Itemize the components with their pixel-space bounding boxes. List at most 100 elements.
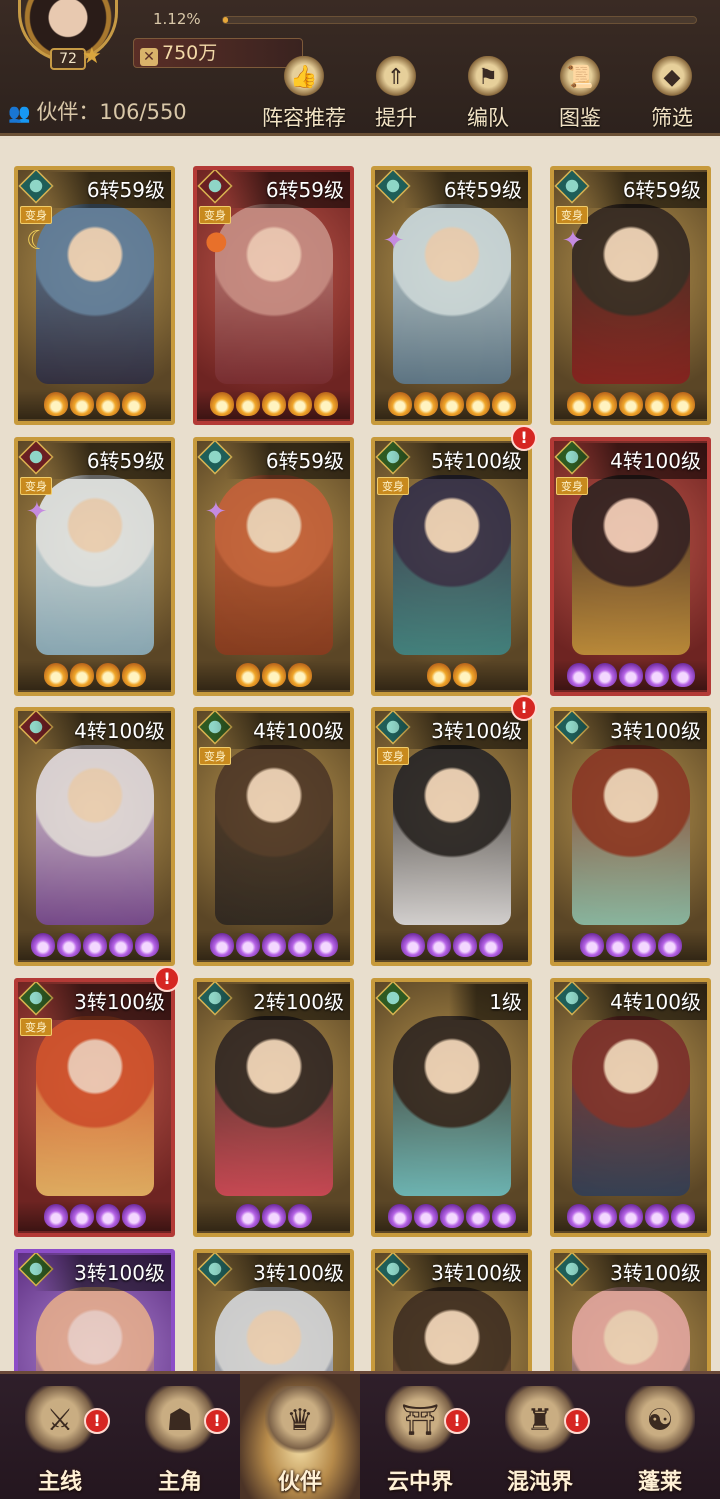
character-portrait xyxy=(215,1287,333,1371)
flame-star-icon xyxy=(426,933,451,957)
nav-label: 主线 xyxy=(37,1470,82,1495)
flame-star-icon xyxy=(566,1204,591,1228)
flame-star-icon xyxy=(644,392,669,416)
star-rating xyxy=(18,660,171,690)
menu-codex[interactable]: 📜 图鉴 xyxy=(534,56,626,134)
nav-main-quest[interactable]: ⚔ ! 主线 xyxy=(0,1374,120,1499)
partner-card[interactable]: 4转100级 xyxy=(14,707,175,966)
star-icon: ✦ xyxy=(26,497,48,527)
nav-penglai[interactable]: ☯ 蓬莱 xyxy=(600,1374,720,1499)
flame-star-icon xyxy=(43,392,68,416)
flame-star-icon xyxy=(670,663,695,687)
partner-level: 6转59级 xyxy=(403,172,528,208)
star-rating xyxy=(18,389,171,419)
flame-star-icon xyxy=(56,933,81,957)
nav-label: 蓬莱 xyxy=(637,1470,682,1495)
flame-star-icon xyxy=(439,1204,464,1228)
transform-tag: 变身 xyxy=(20,477,52,495)
flame-star-icon xyxy=(592,392,617,416)
flame-star-icon xyxy=(605,933,630,957)
flame-star-icon xyxy=(121,392,146,416)
orb-icon: ● xyxy=(205,226,228,256)
flame-star-icon xyxy=(387,1204,412,1228)
menu-filter[interactable]: ◆ 筛选 xyxy=(626,56,718,134)
partner-level: 4转100级 xyxy=(570,984,707,1020)
partner-card[interactable]: 3转100级 xyxy=(14,1249,175,1371)
notification-badge: ! xyxy=(444,1408,470,1434)
partner-card[interactable]: 6转59级 变身 ✦ xyxy=(14,437,175,696)
character-portrait xyxy=(215,475,333,655)
partner-level: 3转100级 xyxy=(570,713,707,749)
partner-count-text: 伙伴：106/550 xyxy=(36,100,187,124)
flame-star-icon xyxy=(261,933,286,957)
notification-badge: ! xyxy=(511,695,537,721)
partner-level: 6转59级 xyxy=(225,172,350,208)
partner-card[interactable]: 3转100级 xyxy=(193,1249,354,1371)
partner-level: 3转100级 xyxy=(213,1255,350,1291)
star-rating xyxy=(375,1201,528,1231)
flame-star-icon xyxy=(465,1204,490,1228)
flame-star-icon xyxy=(95,663,120,687)
exp-percent: 1.12% xyxy=(153,10,201,28)
flame-star-icon xyxy=(644,1204,669,1228)
character-portrait xyxy=(393,745,511,925)
partner-card[interactable]: 1级 xyxy=(371,978,532,1237)
partner-card[interactable]: 6转59级 变身 ☾ xyxy=(14,166,175,425)
partner-level: 4转100级 xyxy=(213,713,350,749)
partner-card[interactable]: 4转100级 变身 xyxy=(193,707,354,966)
menu-label: 图鉴 xyxy=(559,106,601,130)
flame-star-icon xyxy=(313,392,338,416)
notification-badge: ! xyxy=(204,1408,230,1434)
partner-card[interactable]: 3转100级 xyxy=(550,707,711,966)
transform-tag: 变身 xyxy=(20,206,52,224)
nav-partner[interactable]: ♛ 伙伴 xyxy=(240,1374,360,1499)
transform-tag: 变身 xyxy=(556,206,588,224)
flame-star-icon xyxy=(287,392,312,416)
flame-star-icon xyxy=(566,392,591,416)
menu-label: 阵容推荐 xyxy=(262,106,346,130)
flame-star-icon xyxy=(69,1204,94,1228)
immortal-sage-icon: ☯ xyxy=(625,1386,695,1456)
menu-upgrade[interactable]: ⇑ 提升 xyxy=(350,56,442,134)
flame-star-icon xyxy=(618,663,643,687)
star-rating xyxy=(18,1201,171,1231)
partner-card[interactable]: 6转59级 ✦ xyxy=(193,437,354,696)
flame-star-icon xyxy=(287,1204,312,1228)
partner-level: 6转59级 xyxy=(225,443,350,479)
partner-card[interactable]: 3转100级 xyxy=(371,1249,532,1371)
star-rating xyxy=(375,930,528,960)
menu-lineup-recommend[interactable]: 👍 阵容推荐 xyxy=(258,56,350,134)
partner-card[interactable]: 5转100级 变身 xyxy=(371,437,532,696)
partner-card[interactable]: 3转100级 变身 xyxy=(14,978,175,1237)
partner-level: 3转100级 xyxy=(34,1255,171,1291)
notification-badge: ! xyxy=(511,425,537,451)
nav-chaos-realm[interactable]: ♜ ! 混沌界 xyxy=(480,1374,600,1499)
player-avatar[interactable]: 72 ★ xyxy=(10,0,130,75)
flame-star-icon xyxy=(235,1204,260,1228)
partner-card[interactable]: 4转100级 xyxy=(550,978,711,1237)
partner-card[interactable]: 2转100级 xyxy=(193,978,354,1237)
flame-star-icon xyxy=(121,663,146,687)
partner-card[interactable]: 6转59级 ✦ xyxy=(371,166,532,425)
partner-card[interactable]: 3转100级 xyxy=(550,1249,711,1371)
nav-cloud-realm[interactable]: ⛩ ! 云中界 xyxy=(360,1374,480,1499)
partner-level: 6转59级 xyxy=(46,172,171,208)
partner-card[interactable]: 3转100级 变身 xyxy=(371,707,532,966)
flame-star-icon xyxy=(465,392,490,416)
partner-card[interactable]: 6转59级 变身 ✦ xyxy=(550,166,711,425)
character-portrait xyxy=(572,1016,690,1196)
flame-star-icon xyxy=(592,1204,617,1228)
menu-formation[interactable]: ⚑ 编队 xyxy=(442,56,534,134)
flame-star-icon xyxy=(387,392,412,416)
nav-label: 伙伴 xyxy=(277,1470,322,1495)
partner-card[interactable]: 6转59级 变身 ● xyxy=(193,166,354,425)
character-portrait xyxy=(393,475,511,655)
flame-star-icon xyxy=(439,392,464,416)
star-rating xyxy=(375,660,528,690)
flame-star-icon xyxy=(400,933,425,957)
notification-badge: ! xyxy=(564,1408,590,1434)
star-icon: ★ xyxy=(82,44,102,69)
flame-star-icon xyxy=(82,933,107,957)
partner-card[interactable]: 4转100级 变身 xyxy=(550,437,711,696)
nav-hero[interactable]: ☗ ! 主角 xyxy=(120,1374,240,1499)
